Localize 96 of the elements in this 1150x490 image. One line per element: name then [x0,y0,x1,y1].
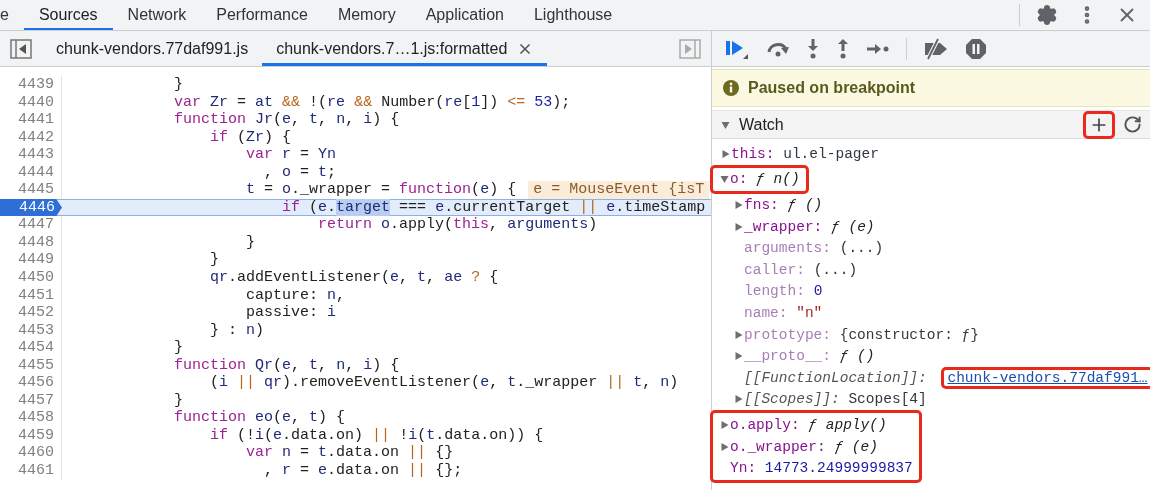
file-tab[interactable]: chunk-vendors.77daf991.js [42,31,263,66]
section-title: Watch [739,115,784,134]
code-line: } [209,251,220,269]
watch-entry: fns: ƒ () [744,197,823,213]
code-line: (i || qr).removeEventListener(e, t._wrapper || t, n) [209,374,679,392]
panel-tab[interactable]: e [0,0,24,30]
refresh-button[interactable] [1123,115,1142,134]
line-number: 4454 [0,339,62,357]
code-line: } [173,391,184,410]
panel-tab[interactable]: Network [112,0,202,30]
watch-entry: [[Scopes]]: Scopes[4] [744,391,927,408]
slashed-label-icon[interactable] [923,37,949,60]
watch-entry: o.apply: ƒ apply() [730,416,887,433]
expand-triangle-icon[interactable] [733,200,744,210]
line-number: 4443 [0,146,62,164]
code-line: qr.addEventListener(e, t, ae ? { [209,269,499,287]
settings-icon[interactable] [1036,4,1058,26]
code-line: , o = t; [263,163,337,182]
watch-entry: __proto__: ƒ () [744,348,875,365]
line-number: 4449 [0,251,62,269]
watch-entry: prototype: {constructor: ƒ} [744,326,979,343]
line-number: 4457 [0,391,62,410]
panel-tab[interactable]: Sources [23,0,113,30]
code-line: } [173,76,184,94]
line-number: 4448 [0,233,62,252]
code-line: var Zr = at && !(re && Number(re[1]) <= 53); [173,93,571,112]
line-number: 4460 [0,444,62,463]
code-line: function eo(e, t) { [173,409,346,427]
line-number: 4456 [0,374,62,392]
watch-entry: name: "n" [744,304,823,321]
code-line: t = o._wrapper = function(e) { [245,181,517,199]
line-number: 4455 [0,356,62,375]
line-number: 4442 [0,128,62,147]
line-number: 4447 [0,216,62,234]
watch-entry: o._wrapper: ƒ (e) [730,438,878,455]
code-line: function Jr(e, t, n, i) { [173,111,400,129]
code-line: if (Zr) { [209,128,292,147]
expand-triangle-icon[interactable] [719,419,730,430]
expand-triangle-icon[interactable] [733,329,744,340]
line-number: 4451 [0,286,62,305]
line-number: 4458 [0,409,62,427]
source-link[interactable]: chunk-vendors.77daf991… [941,366,1150,389]
watch-entry: o: ƒ n() [730,171,800,188]
line-number: 4439 [0,76,62,94]
watch-entry: _wrapper: ƒ (e) [744,218,875,235]
watch-entry: caller: (...) [744,261,858,278]
step-out-icon[interactable] [836,37,850,60]
watch-entry: this: ul.el-pager [731,145,879,162]
line-number: 4452 [0,304,62,322]
file-tab[interactable]: chunk-vendors.7…1.js:formatted [262,31,548,66]
panel-tab[interactable]: Performance [201,0,323,30]
step-into-icon[interactable] [806,37,820,60]
refresh-icon [1123,115,1142,134]
sidebar-toggle-icon[interactable] [10,38,32,59]
code-line: } [173,339,184,357]
line-number: 4453 [0,321,62,340]
collapse-triangle-icon[interactable] [719,174,730,185]
expand-triangle-icon[interactable] [733,221,744,232]
code-line: var r = Yn [245,146,337,164]
panel-tab[interactable]: Application [410,0,519,30]
code-line: capture: n, [245,286,346,305]
expand-triangle-icon[interactable] [719,441,730,452]
code-line: var n = t.data.on || {} [245,444,454,463]
watch-entry: [[FunctionLocation]]: [744,369,928,386]
line-number: 4446 [0,198,62,217]
code-line: if (e.target === e.currentTarget || e.timeStamp [281,198,706,217]
watch-entry: arguments: (...) [744,240,884,257]
sidebar-toggle-icon[interactable] [679,38,701,59]
line-number: 4440 [0,93,62,112]
watch-section-header[interactable]: Watch [712,110,1150,139]
code-line: } : n) [209,321,265,340]
add-watch-button[interactable] [1083,110,1115,139]
line-number: 4441 [0,111,62,129]
panel-tab[interactable]: Memory [322,0,411,30]
collapse-triangle-icon[interactable] [720,119,731,130]
inline-value: e = MouseEvent {isT [528,181,710,199]
line-number: 4461 [0,462,62,480]
info-icon [722,79,740,97]
panel-tab[interactable]: Lighthouse [518,0,628,30]
code-line: if (!i(e.data.on) || !i(t.data.on)) { [209,426,544,445]
expand-triangle-icon[interactable] [733,394,744,405]
line-number: 4459 [0,426,62,445]
line-number: 4444 [0,163,62,182]
paused-message: Paused on breakpoint [748,79,916,97]
code-line: , r = e.data.on || {}; [263,462,463,480]
code-line: passive: i [245,304,337,322]
watch-entry: Yn: 14773.24999999837 [730,460,913,477]
code-line: } [245,233,256,252]
code-line: function Qr(e, t, n, i) { [173,356,400,375]
pause-icon[interactable] [965,37,987,60]
line-number: 4450 [0,269,62,287]
expand-triangle-icon[interactable] [720,148,731,159]
watch-entry: length: 0 [744,283,823,300]
code-line: return o.apply(this, arguments) [317,216,598,234]
line-number: 4445 [0,181,62,199]
expand-triangle-icon[interactable] [733,351,744,362]
